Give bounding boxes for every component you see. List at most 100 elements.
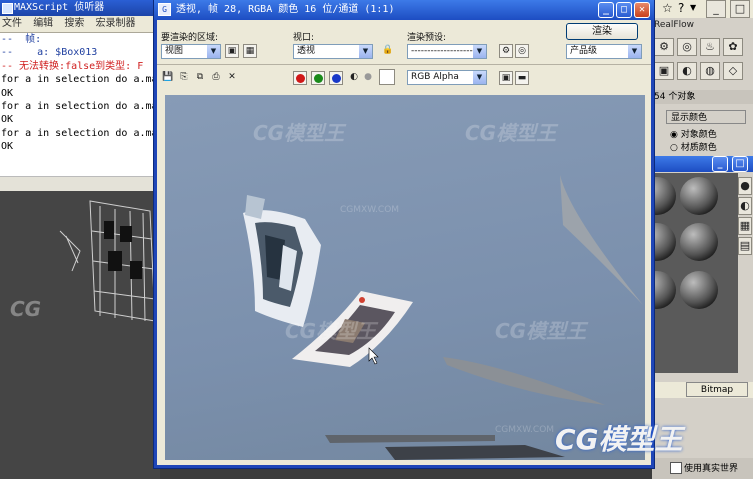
toggle-ui-overlay-icon[interactable]: ▣ <box>499 71 513 85</box>
rendered-frame-window: G 透视, 帧 28, RGBA 颜色 16 位/通道 (1:1) _ □ ✕ … <box>154 0 654 468</box>
radio-material-label: 材质颜色 <box>680 143 717 153</box>
menu-macro-recorder[interactable]: 宏录制器 <box>96 18 136 29</box>
close-button[interactable]: ✕ <box>634 2 650 18</box>
print-icon[interactable]: ⎙ <box>209 71 223 85</box>
menu-file[interactable]: 文件 <box>2 18 22 29</box>
camera-icon[interactable]: ▣ <box>654 62 674 80</box>
area-dropdown[interactable]: 视图 ▼ <box>161 44 221 59</box>
uv-tiling-icon[interactable]: ▤ <box>738 237 752 255</box>
real-world-label: 使用真实世界 <box>684 464 739 474</box>
toggle-ui-icon[interactable]: ▬ <box>515 71 529 85</box>
save-image-icon[interactable]: 💾 <box>161 71 175 85</box>
viewport-dropdown[interactable]: 透视 ▼ <box>293 44 373 59</box>
clone-window-icon[interactable]: ⧉ <box>193 71 207 85</box>
edit-region-icon[interactable]: ▣ <box>225 44 239 58</box>
photo-card <box>243 195 321 327</box>
material-sphere[interactable] <box>680 177 718 215</box>
clear-icon[interactable]: ✕ <box>225 71 239 85</box>
bitmap-button[interactable]: Bitmap <box>686 382 748 397</box>
listener-line: OK <box>1 114 14 126</box>
quality-dropdown[interactable]: 产品级 ▼ <box>566 44 642 59</box>
listener-line: for a in selection do a.ma <box>1 74 158 86</box>
render-window-title-bar[interactable]: G 透视, 帧 28, RGBA 颜色 16 位/通道 (1:1) _ □ ✕ <box>154 0 654 20</box>
display-color-rollout[interactable]: 显示颜色 <box>666 110 746 124</box>
minimize-button[interactable]: _ <box>598 2 614 18</box>
maximize-button[interactable]: □ <box>730 0 750 18</box>
listener-line: for a in selection do a.ma <box>1 127 158 139</box>
environment-icon[interactable]: ◎ <box>515 44 529 58</box>
listener-title: MAXScript 侦听器 <box>14 2 105 13</box>
menu-edit[interactable]: 编辑 <box>33 18 53 29</box>
area-value: 视图 <box>165 46 184 56</box>
lock-icon[interactable]: 🔒 <box>381 44 395 58</box>
area-label: 要渲染的区域: <box>161 33 219 43</box>
left-watermark: CG <box>10 297 41 321</box>
real-world-checkbox[interactable] <box>670 462 682 474</box>
material-sphere[interactable] <box>680 223 718 261</box>
render-setup-icon[interactable]: ⚙ <box>499 44 513 58</box>
listener-hscrollbar[interactable] <box>0 176 160 191</box>
radio-material-color[interactable]: ○ 材质颜色 <box>670 140 717 153</box>
shard <box>325 435 495 443</box>
preset-dropdown[interactable]: -------------------- ▼ <box>407 44 487 59</box>
chevron-down-icon: ▼ <box>473 45 486 58</box>
material-editor-title[interactable]: _ □ <box>652 156 753 172</box>
mat-minimize[interactable]: _ <box>712 156 728 172</box>
effects-icon[interactable]: ✿ <box>723 38 743 56</box>
channel-value: RGB Alpha <box>411 72 459 82</box>
material-sphere[interactable] <box>652 271 676 309</box>
listener-output[interactable]: -- 帧: -- a: $Box013 -- 无法转换:false到类型: F for… <box>0 33 160 154</box>
rendered-scene <box>243 175 643 460</box>
map-type-row: Bitmap <box>652 382 753 398</box>
left-viewport[interactable]: CG <box>0 191 160 479</box>
green-channel-toggle[interactable] <box>311 71 325 85</box>
helper-icon[interactable]: ◇ <box>723 62 743 80</box>
material-sphere[interactable] <box>652 177 676 215</box>
listener-line: for a in selection do a.ma <box>1 101 158 113</box>
render-button[interactable]: 渲染 <box>566 23 638 40</box>
watermark: CG模型王 <box>285 319 377 343</box>
background-icon[interactable]: ▦ <box>738 217 752 235</box>
maxscript-listener-window: MAXScript 侦听器 文件 编辑 搜索 宏录制器 -- 帧: -- a: $… <box>0 0 160 190</box>
auto-region-icon[interactable]: ▦ <box>243 44 257 58</box>
monochrome-icon[interactable]: ● <box>361 71 375 85</box>
listener-line: OK <box>1 87 14 99</box>
listener-title-bar[interactable]: MAXScript 侦听器 <box>0 0 160 16</box>
maximize-button[interactable]: □ <box>616 2 632 18</box>
brand-text: CG模型王 <box>555 423 683 456</box>
listener-line: -- 帧: <box>1 34 42 45</box>
render-canvas[interactable]: CG模型王 CG模型王 CG模型王 CG模型王 CGMXW.COM CGMXW.… <box>165 95 645 460</box>
light-icon[interactable]: ◐ <box>677 62 697 80</box>
maxscript-icon <box>2 3 13 14</box>
menu-search[interactable]: 搜索 <box>64 18 84 29</box>
shape-icon[interactable]: ◍ <box>700 62 720 80</box>
blue-channel-toggle[interactable] <box>329 71 343 85</box>
render-teapot-icon[interactable]: ♨ <box>700 38 720 56</box>
help-strip: ☆ ? ▼ _ □ <box>652 0 753 18</box>
material-sphere[interactable] <box>652 223 676 261</box>
radio-object-color[interactable]: ◉ 对象颜色 <box>670 127 717 140</box>
radio-object-label: 对象颜色 <box>680 130 717 140</box>
help-icon[interactable]: ? <box>678 1 684 15</box>
material-icon[interactable]: ◎ <box>677 38 697 56</box>
star-icon[interactable]: ☆ <box>662 1 673 15</box>
minimize-button[interactable]: _ <box>706 0 726 18</box>
chevron-down-icon: ▼ <box>359 45 372 58</box>
backlight-icon[interactable]: ◐ <box>738 197 752 215</box>
teapot-icon[interactable]: ⚙ <box>654 38 674 56</box>
material-sphere[interactable] <box>680 271 718 309</box>
material-slots: ● ◐ ▦ ▤ <box>652 173 753 373</box>
sample-type-icon[interactable]: ● <box>738 177 752 195</box>
quality-value: 产品级 <box>570 46 598 56</box>
watermark-site: CGMXW.COM <box>495 425 555 435</box>
mat-maximize[interactable]: □ <box>732 156 748 172</box>
swatch-box[interactable] <box>379 69 395 85</box>
blue-dot-icon <box>332 74 341 83</box>
alpha-channel-icon[interactable]: ◐ <box>347 71 361 85</box>
copy-image-icon[interactable]: ⎘ <box>177 71 191 85</box>
chevron-down-icon[interactable]: ▼ <box>690 3 696 12</box>
listener-menu-bar: 文件 编辑 搜索 宏录制器 <box>0 16 160 33</box>
red-channel-toggle[interactable] <box>293 71 307 85</box>
render-window-icon: G <box>158 3 171 16</box>
channel-display-dropdown[interactable]: RGB Alpha ▼ <box>407 70 487 85</box>
